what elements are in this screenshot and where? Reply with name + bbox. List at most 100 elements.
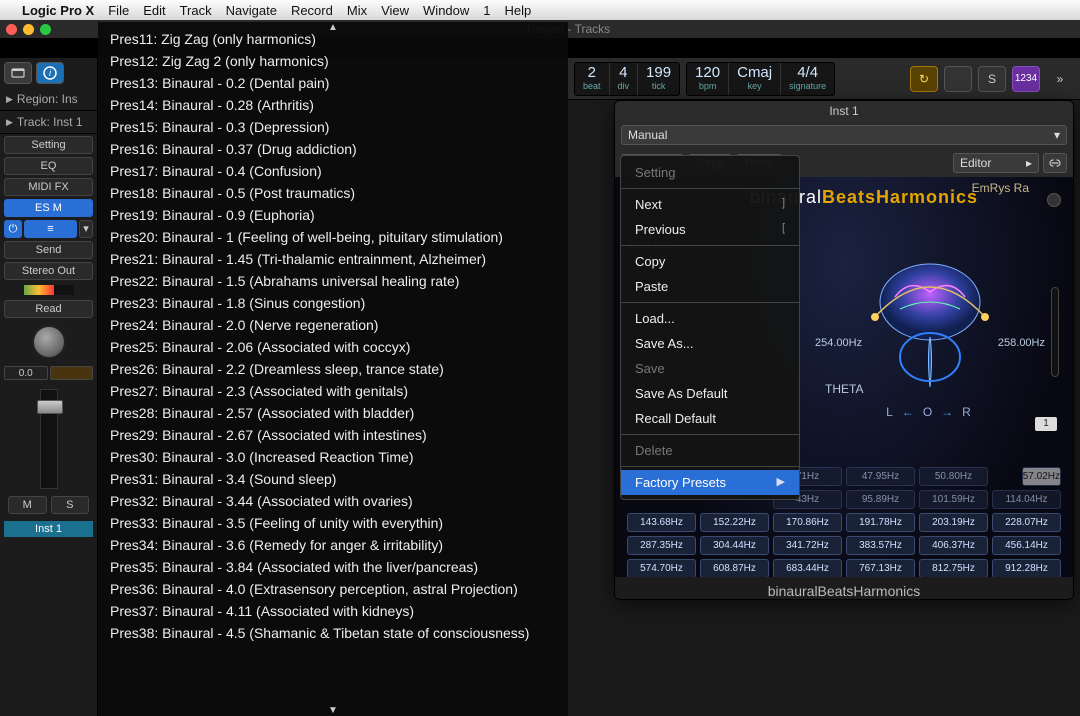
scroll-up-icon[interactable]: ▲: [328, 22, 338, 33]
preset-item[interactable]: Pres33: Binaural - 3.5 (Feeling of unity…: [98, 512, 568, 534]
menu-file[interactable]: File: [108, 3, 129, 18]
menu-1[interactable]: 1: [483, 3, 490, 18]
freq-cell[interactable]: 912.28Hz: [992, 559, 1061, 578]
freq-cell[interactable]: 456.14Hz: [992, 536, 1061, 555]
preset-item[interactable]: Pres25: Binaural - 2.06 (Associated with…: [98, 336, 568, 358]
minimize-icon[interactable]: [23, 24, 34, 35]
preset-item[interactable]: Pres37: Binaural - 4.11 (Associated with…: [98, 600, 568, 622]
menu-save-default[interactable]: Save As Default: [621, 381, 799, 406]
preset-item[interactable]: Pres31: Binaural - 3.4 (Sound sleep): [98, 468, 568, 490]
library-button[interactable]: [4, 62, 32, 84]
preset-item[interactable]: Pres30: Binaural - 3.0 (Increased Reacti…: [98, 446, 568, 468]
region-header[interactable]: ▶Region: Ins: [0, 88, 97, 111]
inspector-button[interactable]: i: [36, 62, 64, 84]
preset-item[interactable]: Pres29: Binaural - 2.67 (Associated with…: [98, 424, 568, 446]
freq-cell[interactable]: 608.87Hz: [700, 559, 769, 578]
view-mode-select[interactable]: Editor ▸: [953, 153, 1039, 173]
menu-track[interactable]: Track: [180, 3, 212, 18]
preset-item[interactable]: Pres17: Binaural - 0.4 (Confusion): [98, 160, 568, 182]
menu-factory-presets[interactable]: Factory Presets▶: [621, 470, 799, 495]
freq-cell[interactable]: 228.07Hz: [992, 513, 1061, 532]
solo-mode-button[interactable]: S: [978, 66, 1006, 92]
preset-item[interactable]: Pres28: Binaural - 2.57 (Associated with…: [98, 402, 568, 424]
bypass-led-icon[interactable]: [1047, 193, 1061, 207]
pan-knob[interactable]: [32, 325, 66, 359]
setting-button[interactable]: Setting: [4, 136, 93, 154]
menu-view[interactable]: View: [381, 3, 409, 18]
freq-cell[interactable]: 812.75Hz: [919, 559, 988, 578]
solo-button[interactable]: S: [51, 496, 90, 514]
freq-cell[interactable]: 304.44Hz: [700, 536, 769, 555]
preset-item[interactable]: Pres26: Binaural - 2.2 (Dreamless sleep,…: [98, 358, 568, 380]
preset-item[interactable]: Pres27: Binaural - 2.3 (Associated with …: [98, 380, 568, 402]
preset-item[interactable]: Pres15: Binaural - 0.3 (Depression): [98, 116, 568, 138]
power-icon[interactable]: ⏻: [4, 220, 22, 238]
lcd-tempo-key[interactable]: 120bpm Cmajkey 4/4signature: [686, 62, 835, 96]
eq-button[interactable]: EQ: [4, 157, 93, 175]
preset-item[interactable]: Pres36: Binaural - 4.0 (Extrasensory per…: [98, 578, 568, 600]
preset-item[interactable]: Pres14: Binaural - 0.28 (Arthritis): [98, 94, 568, 116]
menu-load[interactable]: Load...: [621, 306, 799, 331]
menu-paste[interactable]: Paste: [621, 274, 799, 299]
midifx-slot[interactable]: MIDI FX: [4, 178, 93, 196]
track-header[interactable]: ▶Track: Inst 1: [0, 111, 97, 134]
freq-cell[interactable]: 406.37Hz: [919, 536, 988, 555]
menu-copy[interactable]: Copy: [621, 249, 799, 274]
freq-cell[interactable]: 683.44Hz: [773, 559, 842, 578]
menu-record[interactable]: Record: [291, 3, 333, 18]
menu-help[interactable]: Help: [505, 3, 532, 18]
toolbar-more-icon[interactable]: »: [1046, 66, 1074, 92]
preset-item[interactable]: Pres20: Binaural - 1 (Feeling of well-be…: [98, 226, 568, 248]
output-slot[interactable]: Stereo Out: [4, 262, 93, 280]
preset-item[interactable]: Pres24: Binaural - 2.0 (Nerve regenerati…: [98, 314, 568, 336]
freq-cell[interactable]: 95.89Hz: [846, 490, 915, 509]
preset-item[interactable]: Pres22: Binaural - 1.5 (Abrahams univers…: [98, 270, 568, 292]
freq-cell[interactable]: 203.19Hz: [919, 513, 988, 532]
instrument-slot[interactable]: ES M: [4, 199, 93, 217]
menu-recall-default[interactable]: Recall Default: [621, 406, 799, 431]
preset-dropdown[interactable]: Manual ▾: [621, 125, 1067, 145]
track-name[interactable]: Inst 1: [4, 521, 93, 537]
freq-cell[interactable]: 287.35Hz: [627, 536, 696, 555]
menu-next[interactable]: Next]: [621, 192, 799, 217]
mute-button[interactable]: M: [8, 496, 47, 514]
preset-item[interactable]: Pres32: Binaural - 3.44 (Associated with…: [98, 490, 568, 512]
freq-cell[interactable]: 50.80Hz: [919, 467, 988, 486]
preset-item[interactable]: Pres16: Binaural - 0.37 (Drug addiction): [98, 138, 568, 160]
preset-item[interactable]: Pres23: Binaural - 1.8 (Sinus congestion…: [98, 292, 568, 314]
menu-mix[interactable]: Mix: [347, 3, 367, 18]
freq-cell[interactable]: 170.86Hz: [773, 513, 842, 532]
send-slot[interactable]: Send: [4, 241, 93, 259]
replace-button[interactable]: [944, 66, 972, 92]
freq-cell[interactable]: 114.04Hz: [992, 490, 1061, 509]
zoom-icon[interactable]: [40, 24, 51, 35]
lcd-display[interactable]: 2beat 4div 199tick: [574, 62, 680, 96]
close-icon[interactable]: [6, 24, 17, 35]
preset-item[interactable]: Pres38: Binaural - 4.5 (Shamanic & Tibet…: [98, 622, 568, 644]
pan-value[interactable]: 0.0: [4, 366, 48, 380]
preset-item[interactable]: Pres13: Binaural - 0.2 (Dental pain): [98, 72, 568, 94]
menu-previous[interactable]: Previous[: [621, 217, 799, 242]
freq-cell[interactable]: 341.72Hz: [773, 536, 842, 555]
menu-save-as[interactable]: Save As...: [621, 331, 799, 356]
freq-cell[interactable]: 191.78Hz: [846, 513, 915, 532]
slot-options-icon[interactable]: ≡: [24, 220, 77, 238]
freq-cell[interactable]: 152.22Hz: [700, 513, 769, 532]
preset-item[interactable]: Pres19: Binaural - 0.9 (Euphoria): [98, 204, 568, 226]
freq-cell[interactable]: 143.68Hz: [627, 513, 696, 532]
preset-item[interactable]: Pres18: Binaural - 0.5 (Post traumatics): [98, 182, 568, 204]
automation-mode[interactable]: Read: [4, 300, 93, 318]
page-indicator[interactable]: 1: [1035, 417, 1057, 431]
menu-window[interactable]: Window: [423, 3, 469, 18]
slot-expand-icon[interactable]: ▾: [79, 220, 93, 238]
level-bar[interactable]: [1051, 287, 1059, 377]
app-name[interactable]: Logic Pro X: [22, 3, 94, 18]
scroll-down-icon[interactable]: ▼: [328, 705, 338, 716]
cycle-button[interactable]: ↻: [910, 66, 938, 92]
volume-fader[interactable]: [40, 389, 58, 489]
preset-item[interactable]: Pres34: Binaural - 3.6 (Remedy for anger…: [98, 534, 568, 556]
countin-button[interactable]: 1234: [1012, 66, 1040, 92]
link-button[interactable]: [1043, 153, 1067, 173]
freq-cell[interactable]: 767.13Hz: [846, 559, 915, 578]
preset-item[interactable]: Pres12: Zig Zag 2 (only harmonics): [98, 50, 568, 72]
